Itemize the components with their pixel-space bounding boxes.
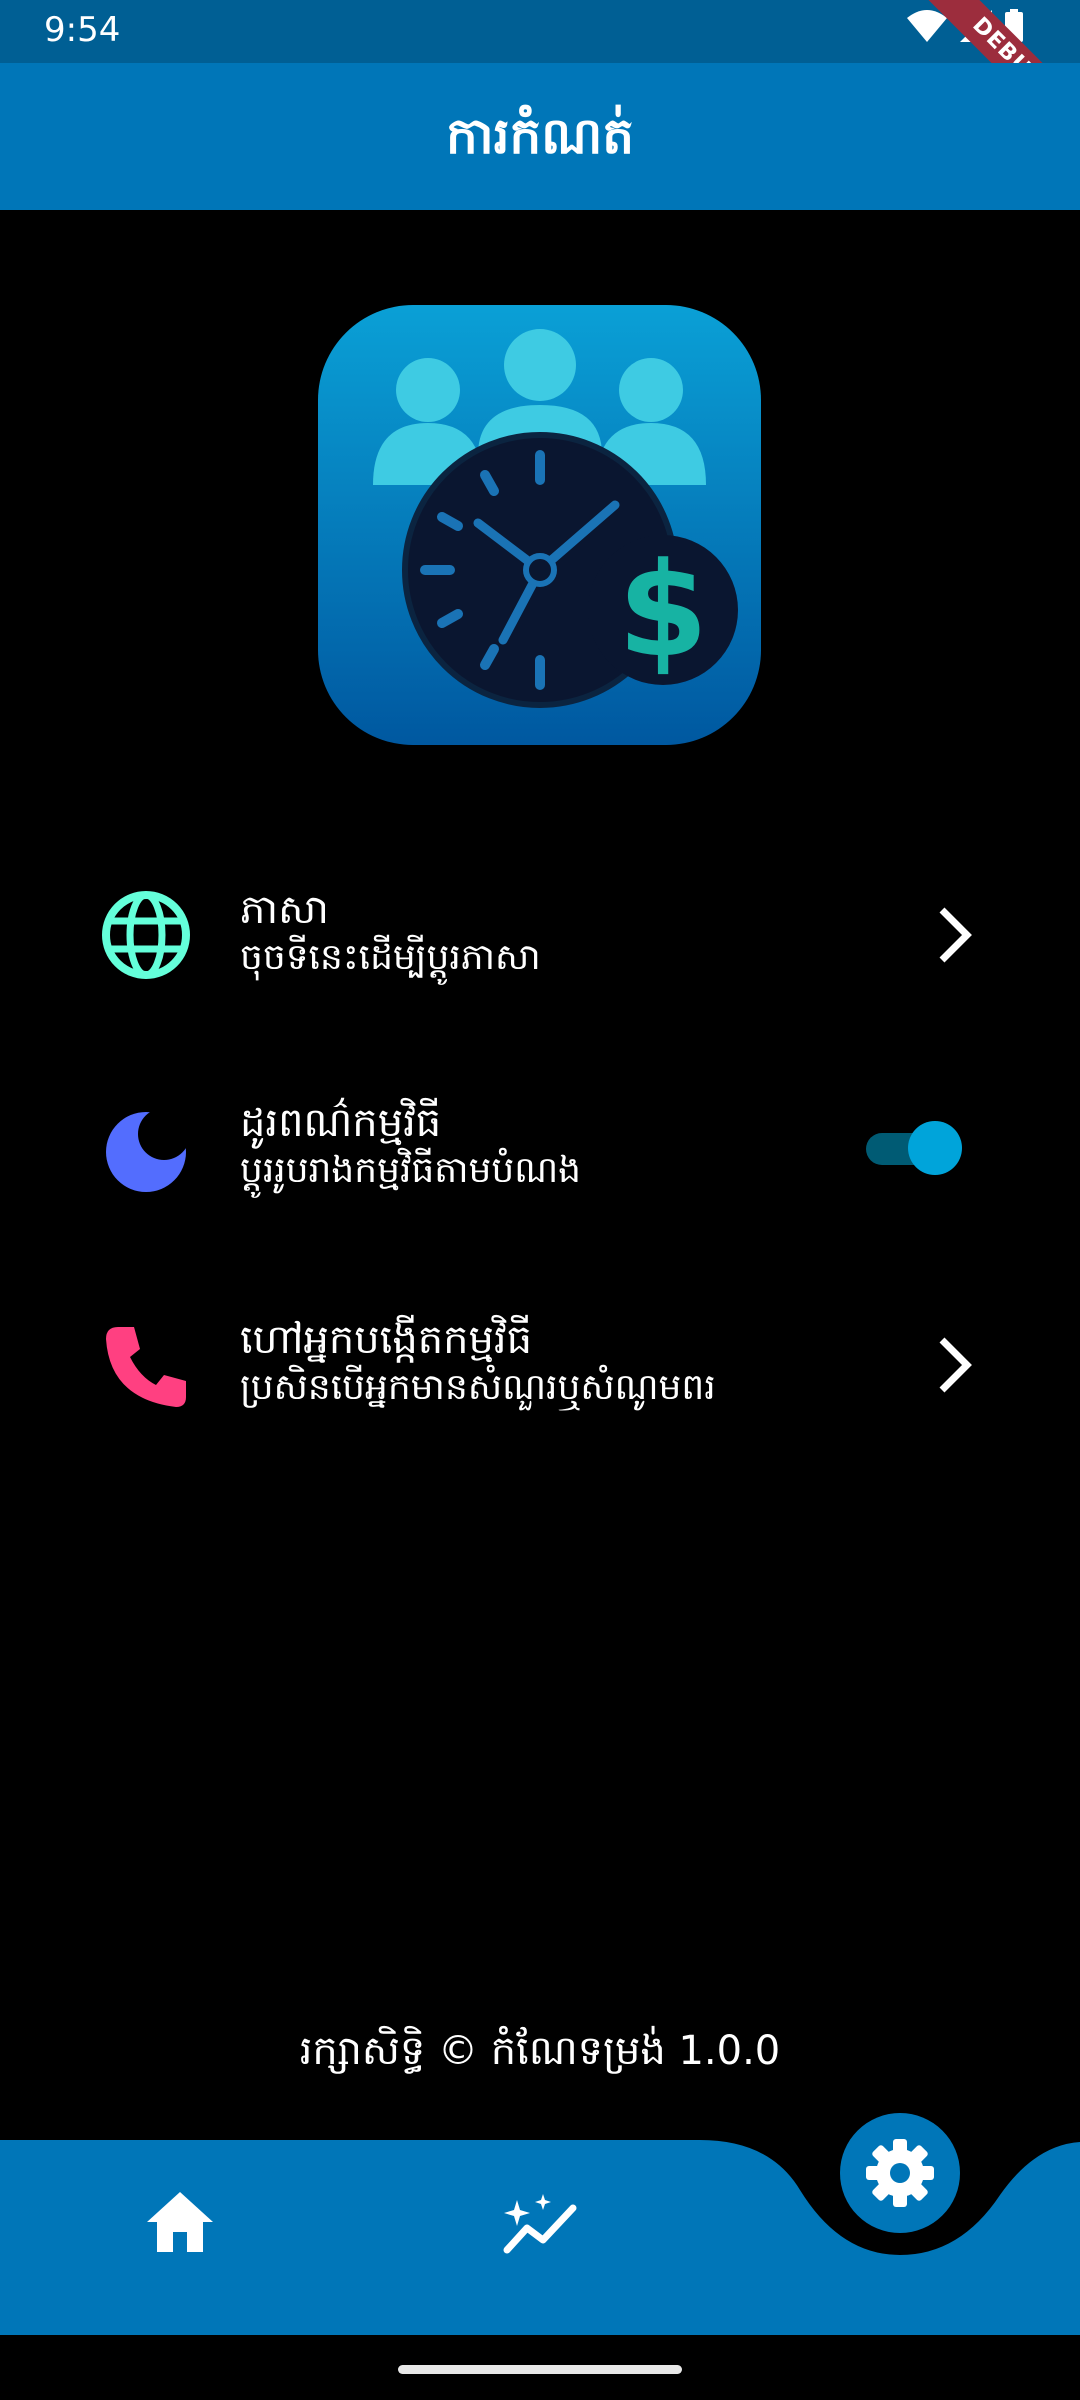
settings-row-subtitle: ចុចទីនេះដើម្បីប្តូរភាសា <box>240 937 541 978</box>
settings-row-language[interactable]: ភាសា ចុចទីនេះដើម្បីប្តូរភាសា <box>0 855 1080 1015</box>
globe-icon <box>98 887 194 983</box>
moon-icon <box>98 1102 194 1198</box>
chevron-right-icon[interactable] <box>930 900 980 970</box>
status-bar: 9:54 DEBUG <box>0 0 1080 159</box>
settings-row-title: ភាសា <box>240 887 329 933</box>
settings-fab[interactable] <box>840 2113 960 2233</box>
app-logo: $ <box>318 305 761 745</box>
svg-text:$: $ <box>618 534 708 686</box>
settings-row-title: ដូរពណ៌កម្មវិធី <box>240 1100 442 1146</box>
insights-icon[interactable] <box>495 2180 585 2270</box>
copyright-text: រក្សាសិទ្ធិ © កំណែទម្រង់ 1.0.0 <box>299 2028 781 2074</box>
settings-row-text: ភាសា ចុចទីនេះដើម្បីប្តូរភាសា <box>240 885 541 981</box>
settings-row-title: ហៅអ្នកបង្កើតកម្មវិធី <box>240 1317 532 1363</box>
settings-row-text: ដូរពណ៌កម្មវិធី ប្តូររូបរាងកម្មវិធីតាមបំណ… <box>240 1098 581 1194</box>
chevron-right-icon[interactable] <box>930 1330 980 1400</box>
status-time: 9:54 <box>44 10 121 50</box>
gear-icon <box>866 2139 934 2207</box>
settings-row-subtitle: ប្រសិនបើអ្នកមានសំណួរឬសំណូមពរ <box>240 1367 716 1408</box>
page-title: ការកំណត់ <box>446 107 634 165</box>
app-bar: ការកំណត់ <box>0 63 1080 210</box>
settings-row-contact[interactable]: ហៅអ្នកបង្កើតកម្មវិធី ប្រសិនបើអ្នកមានសំណួ… <box>0 1285 1080 1445</box>
settings-row-subtitle: ប្តូររូបរាងកម្មវិធីតាមបំណង <box>240 1150 582 1191</box>
gesture-bar[interactable] <box>398 2365 682 2374</box>
toggle-thumb <box>908 1121 962 1175</box>
phone-icon <box>98 1319 194 1415</box>
home-icon[interactable] <box>135 2180 225 2270</box>
theme-toggle[interactable] <box>862 1118 962 1178</box>
settings-row-text: ហៅអ្នកបង្កើតកម្មវិធី ប្រសិនបើអ្នកមានសំណួ… <box>240 1315 716 1411</box>
settings-row-theme[interactable]: ដូរពណ៌កម្មវិធី ប្តូររូបរាងកម្មវិធីតាមបំណ… <box>0 1070 1080 1230</box>
